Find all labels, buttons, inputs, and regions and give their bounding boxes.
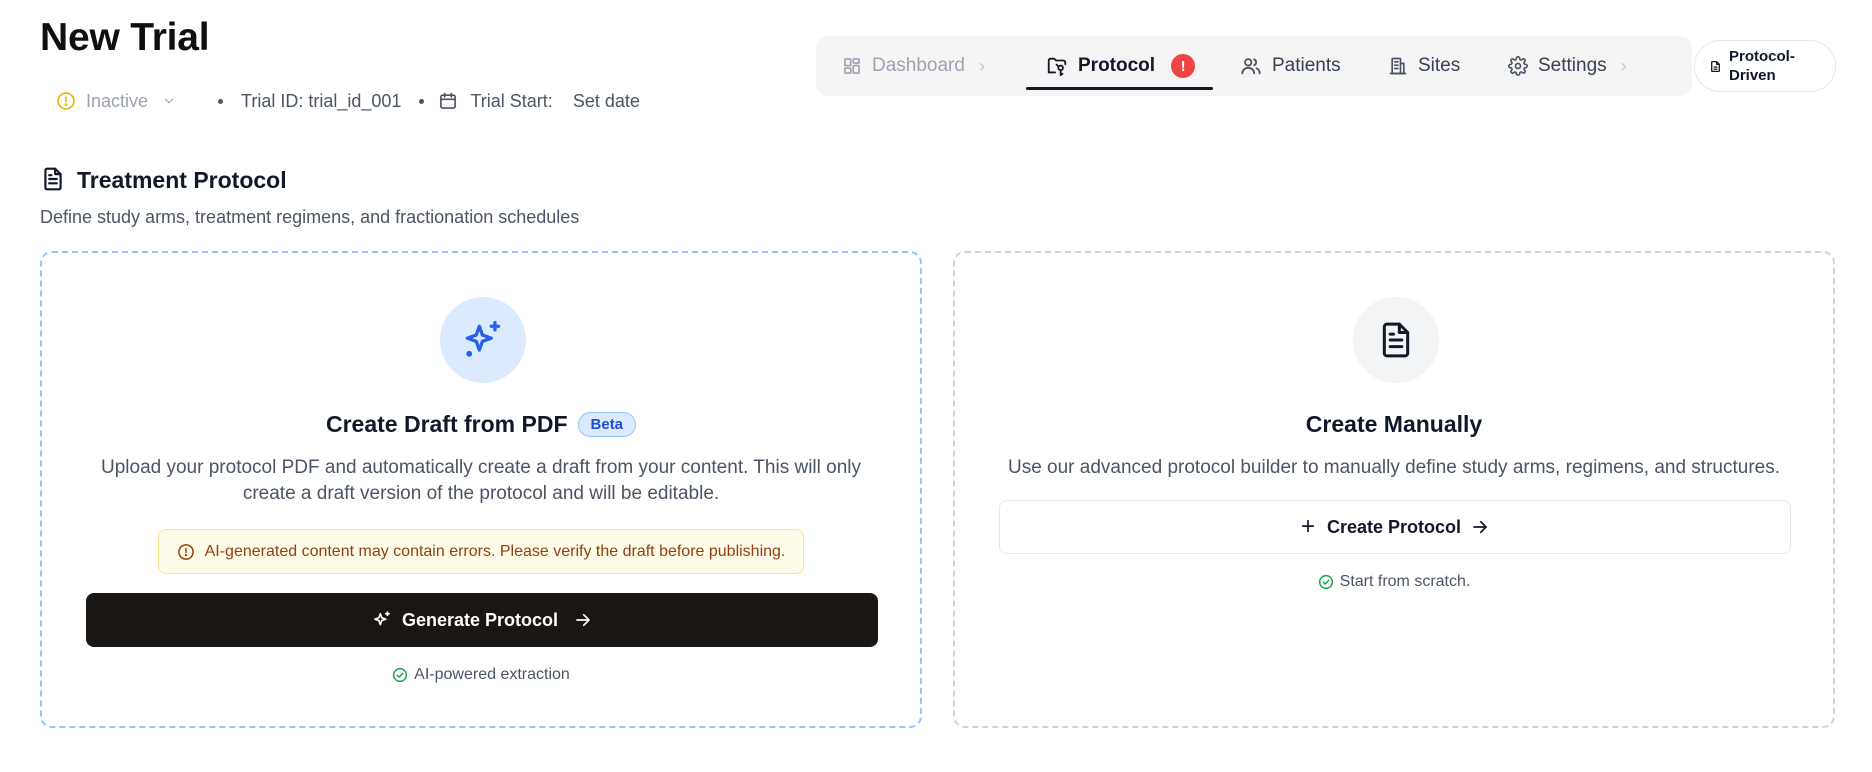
generate-protocol-button[interactable]: Generate Protocol <box>86 593 878 647</box>
chevron-right-icon: › <box>1620 55 1627 76</box>
ai-footnote: AI-powered extraction <box>42 666 920 684</box>
chevron-down-icon <box>162 94 186 108</box>
trial-start-label: Trial Start: <box>470 90 553 111</box>
card-description: Upload your protocol PDF and automatical… <box>101 457 861 504</box>
warning-circle-icon <box>177 543 194 560</box>
plus-icon: + <box>1300 513 1315 540</box>
sparkles-icon <box>374 611 390 626</box>
card-description: Use our advanced protocol builder to man… <box>1007 457 1780 478</box>
ai-warning-banner: AI-generated content may contain errors.… <box>158 529 804 574</box>
tab-settings[interactable]: Settings › <box>1508 36 1627 96</box>
document-icon <box>1711 60 1720 72</box>
beta-badge: Beta <box>577 412 637 437</box>
create-from-pdf-card[interactable]: Create Draft from PDF Beta Upload your pr… <box>40 251 922 728</box>
building-icon <box>1389 57 1407 75</box>
button-label: Create Protocol <box>1326 516 1462 537</box>
check-circle-icon <box>393 667 408 683</box>
section-title: Treatment Protocol <box>77 167 287 193</box>
document-icon <box>1382 322 1410 358</box>
sparkles-icon <box>465 320 501 357</box>
mode-label-line2: Driven <box>1729 67 1776 84</box>
chevron-right-icon: › <box>978 55 985 76</box>
users-icon <box>1241 58 1261 75</box>
create-protocol-button[interactable]: + Create Protocol <box>999 500 1791 554</box>
check-circle-icon <box>1318 574 1333 590</box>
status-label: Inactive <box>86 90 149 111</box>
document-icon <box>40 166 66 197</box>
protocol-icon <box>1047 57 1067 77</box>
status-warning-icon <box>57 92 75 110</box>
sparkles-icon-circle <box>440 297 526 383</box>
card-title: Create Draft from PDF <box>325 411 568 437</box>
arrow-right-icon <box>576 613 590 627</box>
create-manually-card[interactable]: Create Manually Use our advanced protoco… <box>953 251 1835 728</box>
calendar-icon <box>438 91 458 111</box>
tab-dashboard[interactable]: Dashboard › <box>842 36 985 96</box>
active-tab-indicator <box>1026 87 1213 90</box>
separator-dot <box>218 98 224 104</box>
section-subtitle: Define study arms, treatment regimens, a… <box>40 207 580 227</box>
separator-dot <box>419 98 425 104</box>
mode-label-line1: Protocol- <box>1729 48 1795 65</box>
button-label: Generate Protocol <box>401 609 559 630</box>
gear-icon <box>1508 56 1528 76</box>
arrow-right-icon <box>1473 520 1487 534</box>
alert-badge: ! <box>1171 54 1196 78</box>
trial-meta: Inactive Trial ID: trial_id_001 Trial St… <box>56 88 640 114</box>
tab-patients[interactable]: Patients <box>1240 36 1341 96</box>
page-title: New Trial <box>40 16 210 59</box>
warning-text: AI-generated content may contain errors.… <box>204 542 786 560</box>
card-title: Create Manually <box>1305 411 1483 437</box>
set-date-button[interactable]: Set date <box>573 91 640 112</box>
status-dropdown[interactable]: Inactive <box>56 91 192 112</box>
trial-id: Trial ID: trial_id_001 <box>241 90 402 111</box>
manual-footnote: Start from scratch. <box>955 573 1833 591</box>
document-icon-circle <box>1353 297 1439 383</box>
tab-sites[interactable]: Sites <box>1388 36 1460 96</box>
dashboard-icon <box>844 58 860 74</box>
mode-badge[interactable]: Protocol- Driven <box>1694 40 1836 92</box>
